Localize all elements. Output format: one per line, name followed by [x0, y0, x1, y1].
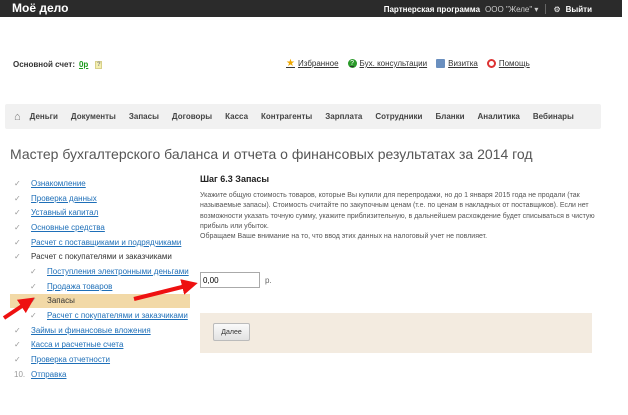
check-icon: ✓ [14, 325, 21, 335]
step-item[interactable]: ✓ Ознакомление [10, 176, 190, 191]
nav-item[interactable]: Вебинары [533, 112, 574, 121]
step-label[interactable]: Займы и финансовые вложения [31, 326, 151, 335]
nav-item[interactable]: Деньги [30, 112, 58, 121]
lifebuoy-icon [486, 59, 496, 68]
header-links: ★ Избранное ? Бух. консультации Визитка По… [286, 58, 530, 69]
card-link[interactable]: Визитка [436, 59, 478, 68]
check-icon: ✓ [14, 222, 21, 232]
step-label[interactable]: Ознакомление [31, 179, 86, 188]
step-content: Шаг 6.3 Запасы Укажите общую стоимость т… [200, 174, 595, 242]
check-icon: ✓ [14, 237, 21, 247]
page-title: Мастер бухгалтерского баланса и отчета о… [10, 146, 533, 162]
wizard-steps: ✓ Ознакомление ✓ Проверка данных ✓ Уставный к… [10, 176, 190, 382]
step-label[interactable]: Уставный капитал [31, 208, 98, 217]
step-label[interactable]: Основные средства [31, 223, 105, 232]
step-item[interactable]: 10. Отправка [10, 367, 190, 382]
check-icon: ✓ [14, 355, 21, 365]
step-item: ✓ Запасы [10, 293, 190, 309]
link-label: Избранное [298, 59, 339, 68]
step-label[interactable]: Проверка отчетности [31, 355, 110, 364]
action-panel: Далее [200, 313, 592, 353]
star-icon: ★ [286, 58, 295, 69]
nav-item[interactable]: Бланки [435, 112, 464, 121]
check-icon: ✓ [14, 340, 21, 350]
org-selector[interactable]: ООО "Желе" ▾ [485, 5, 538, 14]
top-bar: Моё дело Партнерская программа ООО "Желе… [0, 0, 622, 17]
amount-row: р. [200, 272, 272, 288]
nav-item[interactable]: Касса [225, 112, 248, 121]
step-label: Запасы [47, 296, 75, 306]
step-label: Расчет с покупателями и заказчиками [31, 252, 172, 262]
currency-label: р. [265, 275, 272, 285]
nav-item[interactable]: Запасы [129, 112, 159, 121]
link-label: Помощь [498, 59, 530, 68]
check-icon: ✓ [14, 252, 21, 262]
nav-item[interactable]: Аналитика [478, 112, 520, 121]
link-label: Визитка [448, 59, 478, 68]
step-label[interactable]: Касса и расчетные счета [31, 340, 123, 349]
next-button[interactable]: Далее [213, 323, 250, 341]
check-icon: ✓ [30, 266, 37, 276]
logo[interactable]: Моё дело [12, 1, 68, 15]
step-item[interactable]: ✓ Уставный капитал [10, 205, 190, 220]
amount-input[interactable] [200, 272, 260, 288]
step-description: Укажите общую стоимость товаров, которые… [200, 192, 595, 230]
step-item[interactable]: ✓ Поступления электронными деньгами [10, 264, 190, 279]
partner-program-link[interactable]: Партнерская программа [384, 5, 480, 14]
step-item[interactable]: ✓ Касса и расчетные счета [10, 338, 190, 353]
step-label[interactable]: Расчет с поставщиками и подрядчиками [31, 238, 181, 247]
step-label[interactable]: Поступления электронными деньгами [47, 267, 189, 276]
help-link[interactable]: Помощь [486, 59, 530, 68]
divider [545, 4, 547, 14]
nav-item[interactable]: Документы [71, 112, 116, 121]
step-item[interactable]: ✓ Основные средства [10, 220, 190, 235]
help-icon[interactable]: ? [95, 60, 103, 69]
nav-item[interactable]: Договоры [172, 112, 212, 121]
nav-item[interactable]: Сотрудники [375, 112, 422, 121]
check-icon: ✓ [14, 208, 21, 218]
step-number: 10. [14, 369, 26, 379]
question-icon: ? [347, 59, 357, 68]
check-icon: ✓ [30, 281, 37, 291]
account-label: Основной счет: [13, 60, 75, 69]
consult-link[interactable]: ? Бух. консультации [347, 59, 428, 68]
step-label[interactable]: Расчет с покупателями и заказчиками [47, 311, 188, 320]
logout-link[interactable]: Выйти [566, 5, 592, 14]
favorites-link[interactable]: ★ Избранное [286, 58, 339, 69]
step-item[interactable]: ✓ Расчет с поставщиками и подрядчиками [10, 235, 190, 250]
nav-item[interactable]: Контрагенты [261, 112, 312, 121]
step-note: Обращаем Ваше внимание на то, что ввод э… [200, 233, 488, 241]
step-item[interactable]: ✓ Проверка отчетности [10, 352, 190, 367]
step-item[interactable]: ✓ Расчет с покупателями и заказчиками [10, 308, 190, 323]
step-item[interactable]: ✓ Продажа товаров [10, 279, 190, 294]
step-item: ✓ Расчет с покупателями и заказчиками [10, 249, 190, 264]
account-balance: Основной счет: 0р ? [13, 60, 103, 69]
step-label[interactable]: Проверка данных [31, 194, 97, 203]
check-icon: ✓ [30, 296, 37, 306]
home-icon[interactable]: ⌂ [14, 111, 21, 123]
card-icon [436, 59, 446, 68]
check-icon: ✓ [30, 311, 37, 321]
balance-link[interactable]: 0р [79, 60, 88, 69]
step-heading: Шаг 6.3 Запасы [200, 174, 270, 184]
gear-icon[interactable]: ⚙ [553, 5, 560, 14]
step-item[interactable]: ✓ Займы и финансовые вложения [10, 323, 190, 338]
main-nav: ⌂ Деньги Документы Запасы Договоры Касса… [5, 104, 601, 129]
step-label[interactable]: Отправка [31, 370, 67, 379]
nav-item[interactable]: Зарплата [325, 112, 362, 121]
step-item[interactable]: ✓ Проверка данных [10, 191, 190, 206]
check-icon: ✓ [14, 178, 21, 188]
step-label[interactable]: Продажа товаров [47, 282, 112, 291]
link-label: Бух. консультации [359, 59, 428, 68]
check-icon: ✓ [14, 193, 21, 203]
